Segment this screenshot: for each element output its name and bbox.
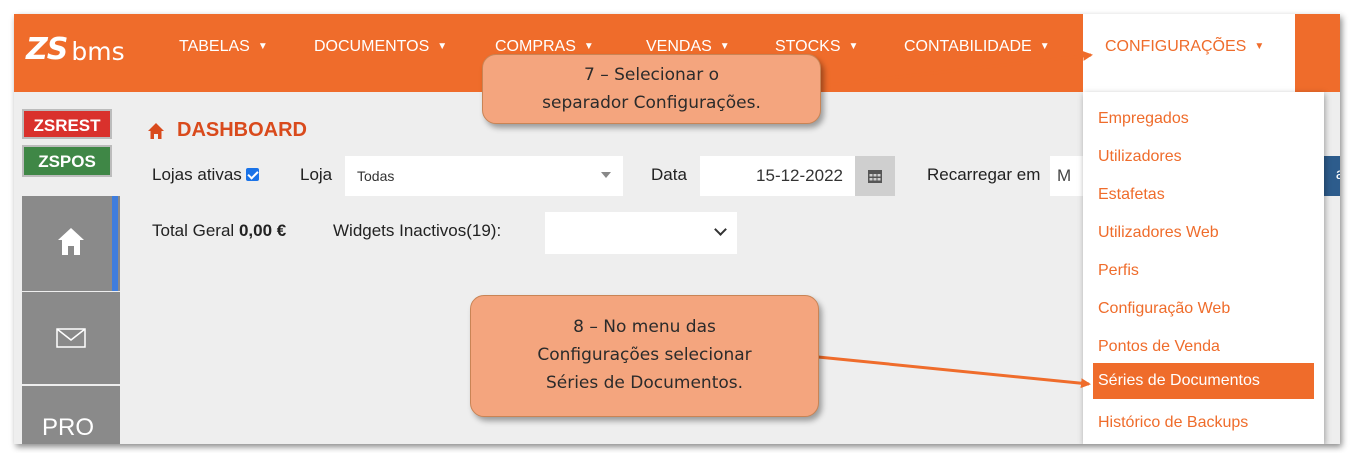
callout-line: separador Configurações. — [542, 93, 761, 113]
arrow-step8 — [817, 355, 1091, 389]
callout-line: 7 – Selecionar o — [583, 65, 719, 85]
callout-step7: 7 – Selecionar o separador Configurações… — [482, 54, 821, 124]
callout-line: Configurações selecionar — [537, 345, 752, 365]
callout-line: Séries de Documentos. — [545, 373, 744, 393]
callout-step8: 8 – No menu das Configurações selecionar… — [470, 295, 819, 417]
app-window: ZS bms TABELAS ▼ DOCUMENTOS ▼ COMPRAS ▼ VEN… — [14, 14, 1340, 444]
arrow-step7 — [819, 50, 1093, 88]
callout-line: 8 – No menu das — [573, 317, 716, 337]
